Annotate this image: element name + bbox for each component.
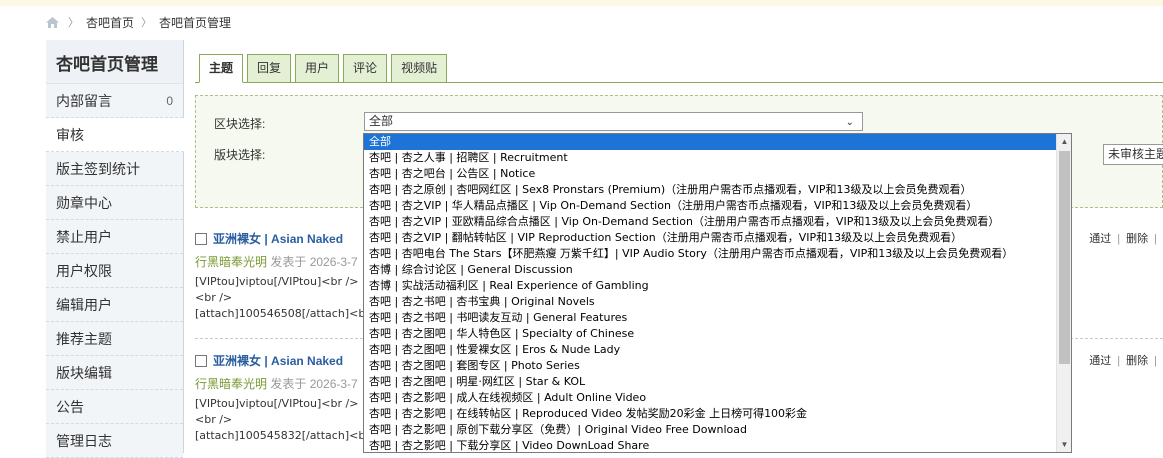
dropdown-option[interactable]: 杏吧 | 杏之图吧 | 华人特色区 | Specialty of Chinese [364,326,1057,342]
tab-bar: 主题 回复 用户 评论 视频贴 [199,54,448,83]
sidebar-item-forum-edit[interactable]: 版块编辑 [46,356,183,390]
sidebar-item-edit-user[interactable]: 编辑用户 [46,288,183,322]
breadcrumb-current: 杏吧首页管理 [159,15,232,30]
message-count: 0 [166,94,173,108]
dropdown-option[interactable]: 杏吧 | 杏之人事 | 招聘区 | Recruitment [364,150,1057,166]
thread-checkbox[interactable] [195,232,207,245]
scroll-down-icon[interactable]: ▼ [1057,437,1071,452]
dropdown-option[interactable]: 杏吧 | 杏之影吧 | 下载分享区 | Video DownLoad Share [364,438,1057,452]
approve-link[interactable]: 通过 [1089,233,1111,245]
thread-actions: 通过 | 删除 | [1089,355,1157,367]
dropdown-option[interactable]: 杏吧 | 杏之影吧 | 原创下载分享区（免费）| Original Video … [364,422,1057,438]
sidebar-item-medals[interactable]: 勋章中心 [46,186,183,220]
sidebar-item-label: 公告 [56,399,84,415]
section-select-value: 全部 [369,114,394,128]
dropdown-option[interactable]: 杏吧 | 杏之影吧 | 成人在线视频区 | Adult Online Video [364,390,1057,406]
section-select-label: 区块选择: [214,117,266,131]
thread-author[interactable]: 行黑暗奉光明 [195,255,267,269]
approve-link[interactable]: 通过 [1089,355,1111,367]
scroll-up-icon[interactable]: ▲ [1057,134,1071,149]
tab-threads[interactable]: 主题 [199,54,244,83]
scrollbar-thumb[interactable] [1059,151,1070,364]
dropdown-option[interactable]: 杏博 | 综合讨论区 | General Discussion [364,262,1057,278]
dropdown-options: 全部 杏吧 | 杏之人事 | 招聘区 | Recruitment 杏吧 | 杏之吧台… [364,134,1057,452]
sidebar-item-messages[interactable]: 内部留言 0 [46,84,183,118]
dropdown-option[interactable]: 杏吧 | 杏之书吧 | 杏书宝典 | Original Novels [364,294,1057,310]
dropdown-option[interactable]: 杏吧 | 杏之VIP | 华人精品点播区 | Vip On-Demand Sec… [364,198,1057,214]
status-select[interactable]: 未审核主题 [1103,144,1163,165]
dropdown-option[interactable]: 杏吧 | 杏之原创 | 杏吧网红区 | Sex8 Pronstars (Prem… [364,182,1057,198]
chevron-down-icon: ⌄ [845,117,854,128]
sidebar-item-label: 编辑用户 [56,297,112,313]
breadcrumb-home-link[interactable]: 杏吧首页 [86,14,134,31]
tab-users[interactable]: 用户 [295,54,340,83]
home-icon[interactable] [46,16,59,28]
dropdown-option[interactable]: 杏吧 | 杏之VIP | 翻帖转帖区 | VIP Reproduction Se… [364,230,1057,246]
sidebar-item-label: 版块编辑 [56,365,112,381]
breadcrumb-separator: 〉 [68,17,79,29]
dropdown-option[interactable]: 杏博 | 实战活动福利区 | Real Experience of Gambli… [364,278,1057,294]
top-strip [0,0,1163,6]
sidebar-item-label: 推荐主题 [56,331,112,347]
tab-comments[interactable]: 评论 [343,54,388,83]
breadcrumb: 〉 杏吧首页 〉 杏吧首页管理 [46,14,231,30]
sidebar-item-review[interactable]: 审核 [46,118,184,152]
dropdown-option[interactable]: 杏吧 | 杏之VIP | 亚欧精品综合点播区 | Vip On-Demand S… [364,214,1057,230]
sidebar-item-label: 版主签到统计 [56,161,140,177]
sidebar-item-announcements[interactable]: 公告 [46,390,183,424]
section-dropdown-list[interactable]: 全部 杏吧 | 杏之人事 | 招聘区 | Recruitment 杏吧 | 杏之吧台… [363,133,1072,453]
sidebar-item-checkin-stats[interactable]: 版主签到统计 [46,152,183,186]
sidebar-item-label: 用户权限 [56,263,112,279]
thread-date: 发表于 2026-3-7 [270,377,358,391]
dropdown-option[interactable]: 全部 [364,134,1057,150]
sidebar-item-ban-user[interactable]: 禁止用户 [46,220,183,254]
thread-checkbox[interactable] [195,354,207,367]
breadcrumb-separator: 〉 [141,17,153,29]
dropdown-option[interactable]: 杏吧 | 杏之图吧 | 套图专区 | Photo Series [364,358,1057,374]
sidebar-item-user-permissions[interactable]: 用户权限 [46,254,183,288]
sidebar: 杏吧首页管理 内部留言 0 审核 版主签到统计 勋章中心 禁止用户 用户权限 编… [46,40,184,458]
tab-replies[interactable]: 回复 [247,54,292,83]
delete-link[interactable]: 删除 [1126,233,1148,245]
sidebar-item-label: 勋章中心 [56,195,112,211]
sidebar-item-recommend[interactable]: 推荐主题 [46,322,183,356]
thread-date: 发表于 2026-3-7 [270,255,358,269]
sidebar-item-label: 审核 [56,127,84,143]
section-select[interactable]: 全部 ⌄ [364,112,863,131]
thread-title[interactable]: 亚洲裸女 | Asian Naked [213,352,343,369]
thread-author[interactable]: 行黑暗奉光明 [195,377,267,391]
dropdown-option[interactable]: 杏吧 | 杏之吧台 | 公告区 | Notice [364,166,1057,182]
thread-title[interactable]: 亚洲裸女 | Asian Naked [213,230,343,247]
sidebar-item-label: 管理日志 [56,433,112,449]
dropdown-option[interactable]: 杏吧 | 杏吧电台 The Stars【环肥燕瘦 万紫千红】| VIP Audi… [364,246,1057,262]
dropdown-scrollbar[interactable]: ▲ ▼ [1056,134,1071,452]
status-select-value: 未审核主题 [1108,147,1163,161]
dropdown-option[interactable]: 杏吧 | 杏之图吧 | 性爱裸女区 | Eros & Nude Lady [364,342,1057,358]
sidebar-item-label: 内部留言 [56,93,112,109]
dropdown-option[interactable]: 杏吧 | 杏之书吧 | 书吧读友互动 | General Features [364,310,1057,326]
delete-link[interactable]: 删除 [1126,355,1148,367]
sidebar-title: 杏吧首页管理 [46,40,183,84]
forum-select-label: 版块选择: [214,148,266,162]
tab-video-posts[interactable]: 视频贴 [391,54,448,83]
dropdown-option[interactable]: 杏吧 | 杏之图吧 | 明星·网红区 | Star & KOL [364,374,1057,390]
sidebar-item-label: 禁止用户 [56,229,112,245]
thread-actions: 通过 | 删除 | [1089,233,1157,245]
dropdown-option[interactable]: 杏吧 | 杏之影吧 | 在线转帖区 | Reproduced Video 发帖奖… [364,406,1057,422]
